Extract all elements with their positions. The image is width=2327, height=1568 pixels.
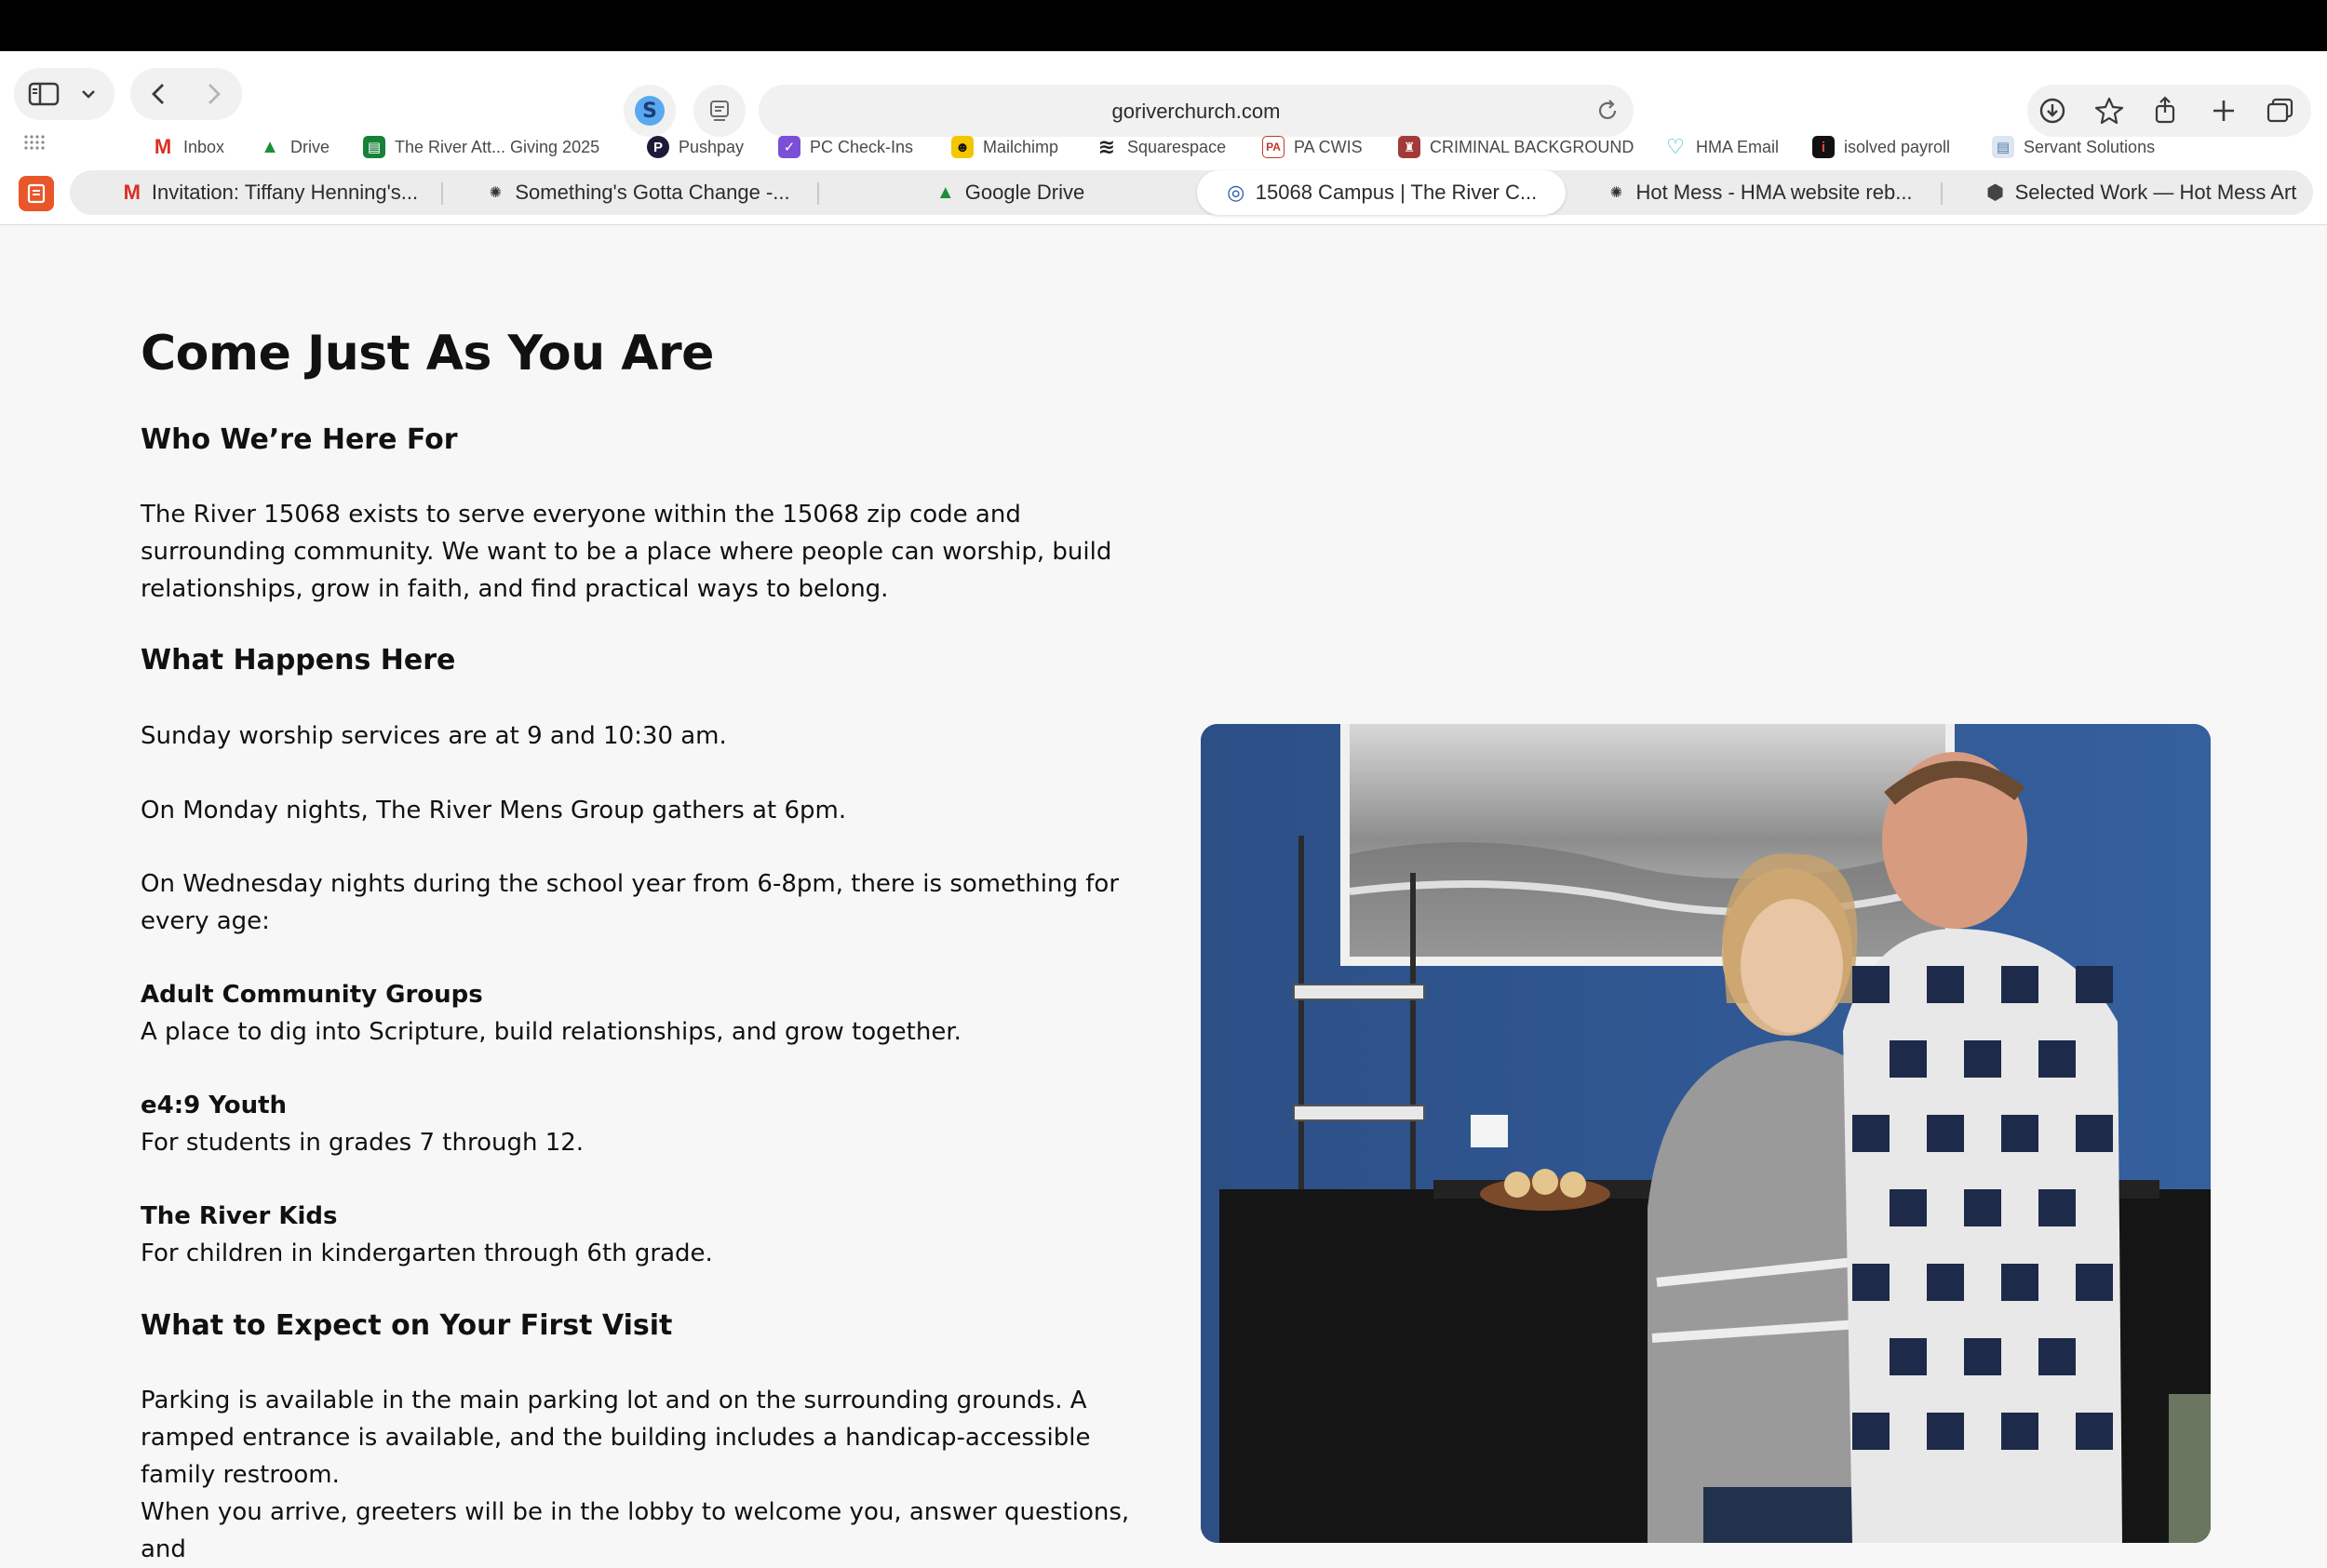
cube-icon: ⬢: [1985, 181, 2005, 204]
sheets-icon: ▤: [363, 136, 385, 158]
tab-separator: [441, 182, 443, 205]
criminal-background-icon: ♜: [1398, 136, 1420, 158]
isolved-icon: i: [1812, 136, 1835, 158]
bookmark-squarespace[interactable]: ≋ Squarespace: [1096, 135, 1226, 158]
openai-icon: ✺: [1609, 185, 1623, 201]
tab-invitation[interactable]: M Invitation: Tiffany Henning's...: [102, 170, 437, 215]
page-title: Come Just As You Are: [141, 326, 714, 382]
mailchimp-icon: ☻: [951, 136, 974, 158]
gmail-icon: M: [123, 181, 141, 204]
new-tab-plus-icon[interactable]: [2210, 97, 2238, 125]
url-text[interactable]: goriverchurch.com: [759, 100, 1634, 124]
arrive-paragraph: When you arrive, greeters will be in the…: [141, 1498, 1130, 1563]
sidebar-toggle-group[interactable]: [14, 68, 114, 120]
bookmark-pushpay[interactable]: P Pushpay: [647, 136, 744, 158]
tab-google-drive[interactable]: ▲ Google Drive: [842, 170, 1177, 215]
who-paragraph: The River 15068 exists to serve everyone…: [141, 501, 1112, 603]
document-icon: ▤: [1992, 136, 2014, 158]
group-youth: e4:9 Youth For students in grades 7 thro…: [141, 1087, 1146, 1161]
bookmark-hma-email[interactable]: ♡ HMA Email: [1664, 135, 1779, 158]
group-desc: For children in kindergarten through 6th…: [141, 1240, 713, 1267]
reload-icon[interactable]: [1594, 98, 1621, 128]
tab-somethings-gotta-change[interactable]: ✺ Something's Gotta Change -...: [470, 170, 805, 215]
hma-email-icon: ♡: [1666, 135, 1685, 158]
squarespace-icon: ≋: [1097, 135, 1116, 158]
browser-toolbar: S goriverchurch.com: [0, 68, 2327, 137]
group-name: Adult Community Groups: [141, 981, 483, 1009]
monday-paragraph: On Monday nights, The River Mens Group g…: [141, 797, 847, 824]
pa-cwis-icon: PA: [1262, 136, 1285, 158]
pushpay-icon: P: [647, 136, 669, 158]
group-adult-community: Adult Community Groups A place to dig in…: [141, 976, 1146, 1051]
bookmarks-bar: M Inbox ▲ Drive ▤ The River Att... Giving 2…: [0, 127, 2327, 168]
google-drive-icon: ▲: [935, 181, 955, 203]
tab-separator: [817, 182, 819, 205]
checkins-icon: ✓: [778, 136, 800, 158]
chevron-down-icon[interactable]: [79, 85, 98, 103]
bookmark-extension-icon[interactable]: [19, 176, 54, 211]
sunday-paragraph: Sunday worship services are at 9 and 10:…: [141, 722, 727, 750]
svg-text:S: S: [642, 100, 657, 123]
bookmark-servant-solutions[interactable]: ▤ Servant Solutions: [1992, 136, 2155, 158]
group-desc: A place to dig into Scripture, build rel…: [141, 1018, 962, 1046]
forward-arrow-icon[interactable]: [201, 81, 225, 107]
group-name: e4:9 Youth: [141, 1092, 288, 1119]
tab-selected-work[interactable]: ⬢ Selected Work — Hot Mess Art: [1969, 170, 2313, 215]
openai-icon: ✺: [489, 185, 503, 201]
tab-bar: M Invitation: Tiffany Henning's... ✺ Somet…: [0, 168, 2327, 220]
expect-heading: What to Expect on Your First Visit: [141, 1309, 673, 1342]
bookmark-star-icon[interactable]: [2094, 96, 2124, 126]
tab-hot-mess-website[interactable]: ✺ Hot Mess - HMA website reb...: [1592, 170, 1927, 215]
parking-paragraph: Parking is available in the main parking…: [141, 1387, 1091, 1489]
system-menu-bar: [0, 0, 2327, 51]
navigation-group: [130, 68, 242, 120]
bookmark-pc-check-ins[interactable]: ✓ PC Check-Ins: [778, 136, 913, 158]
group-name: The River Kids: [141, 1202, 338, 1230]
share-icon[interactable]: [2152, 95, 2178, 125]
back-arrow-icon[interactable]: [147, 81, 171, 107]
bookmark-giving-2025[interactable]: ▤ The River Att... Giving 2025: [363, 136, 599, 158]
gmail-icon: M: [154, 135, 172, 158]
bookmark-inbox[interactable]: M Inbox: [152, 135, 224, 158]
group-river-kids: The River Kids For children in kindergar…: [141, 1198, 1146, 1272]
browser-chrome: S goriverchurch.com M Inbox ▲ Drive ▤ Th…: [0, 51, 2327, 225]
bookmark-pa-cwis[interactable]: PA PA CWIS: [1262, 136, 1363, 158]
download-icon[interactable]: [2038, 97, 2066, 125]
river-logo-icon: ◎: [1227, 181, 1245, 204]
tab-separator: [1941, 182, 1943, 205]
who-heading: Who We’re Here For: [141, 423, 458, 456]
tab-15068-campus-active[interactable]: ◎ 15068 Campus | The River C...: [1197, 170, 1566, 215]
bookmark-drive[interactable]: ▲ Drive: [259, 136, 330, 158]
google-drive-icon: ▲: [261, 136, 279, 157]
tab-overview-icon[interactable]: [2266, 97, 2295, 125]
couple-photo: [1201, 724, 2211, 1543]
bookmark-criminal-background[interactable]: ♜ CRIMINAL BACKGROUND: [1398, 136, 1634, 158]
bookmark-isolved-payroll[interactable]: i isolved payroll: [1812, 136, 1950, 158]
group-desc: For students in grades 7 through 12.: [141, 1129, 585, 1157]
bookmark-mailchimp[interactable]: ☻ Mailchimp: [951, 136, 1058, 158]
sidebar-icon[interactable]: [28, 81, 60, 107]
what-heading: What Happens Here: [141, 644, 456, 677]
wednesday-paragraph: On Wednesday nights during the school ye…: [141, 870, 1120, 935]
